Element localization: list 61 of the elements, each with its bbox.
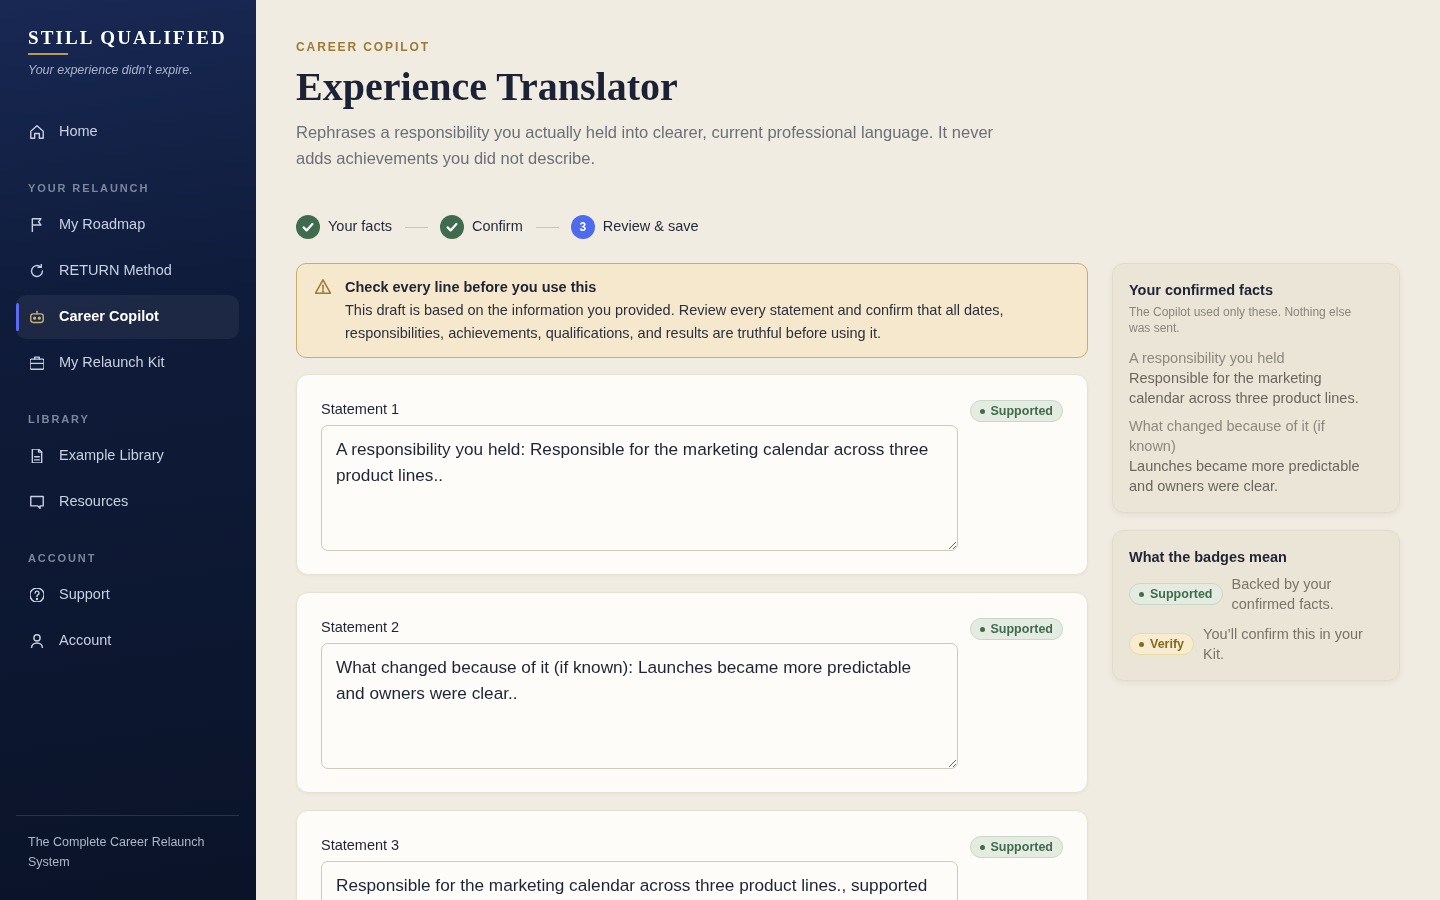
- warning-icon: [315, 279, 331, 295]
- briefcase-icon: [30, 356, 44, 370]
- step-connector: [404, 226, 428, 228]
- card-title: Your confirmed facts: [1129, 281, 1273, 300]
- nav-link[interactable]: Example Library: [16, 434, 239, 478]
- statement-label: Statement 2: [321, 618, 400, 637]
- nav-link[interactable]: Career Copilot: [16, 295, 239, 339]
- status-text: Verify: [1150, 636, 1185, 652]
- message-icon: [30, 495, 44, 509]
- fact-value: Responsible for the marketing calendar across three product lines.: [1129, 369, 1360, 408]
- page-title: Experience Translator: [296, 64, 678, 110]
- status-text: Supported: [1150, 586, 1213, 602]
- alert-title: Check every line before you use this: [345, 278, 597, 297]
- alert-text: This draft is based on the information you provided. Review every statement and confirm that all dates, responsibilities, achievements, qualifications, and results are truthful before using it.: [345, 301, 1005, 343]
- nav-section-heading: LIBRARY: [28, 412, 90, 427]
- status-dot-icon: [1139, 641, 1144, 647]
- status-dot-icon: [979, 408, 985, 414]
- fact-value: Launches became more predictable and owners were clear.: [1129, 457, 1361, 496]
- statement-field[interactable]: A responsibility you held: Responsible for the marketing calendar across three product lines..: [321, 425, 958, 551]
- statement-label: Statement 3: [321, 836, 400, 855]
- statement-field[interactable]: Responsible for the marketing calendar across three product lines., supported: [321, 861, 958, 900]
- status-dot-icon: [979, 844, 985, 850]
- status-text: Supported: [990, 621, 1053, 637]
- robot-icon: [30, 310, 44, 324]
- nav-link[interactable]: Resources: [16, 480, 239, 524]
- nav-link[interactable]: Account: [16, 619, 239, 663]
- step-label: Your facts: [328, 217, 392, 237]
- card-subtitle: The Copilot used only these. Nothing else was sent.: [1129, 304, 1353, 336]
- user-icon: [30, 634, 44, 648]
- footer-text: The Complete Career Relaunch System: [28, 834, 206, 871]
- status-dot-icon: [1139, 591, 1144, 597]
- nav-section-heading: YOUR RELAUNCH: [28, 181, 150, 196]
- flag-icon: [30, 218, 44, 232]
- brand-logo: STILL QUALIFIED: [28, 26, 227, 50]
- status-text: Supported: [990, 403, 1053, 419]
- nav-link[interactable]: My Roadmap: [16, 203, 239, 247]
- eyebrow-label: CAREER COPILOT: [296, 39, 430, 55]
- step-connector: [535, 226, 559, 228]
- nav-section-heading: ACCOUNT: [28, 551, 97, 566]
- home-icon: [30, 125, 44, 139]
- legend-text: Backed by your confirmed facts.: [1231, 575, 1335, 614]
- status-text: Supported: [990, 839, 1053, 855]
- nav-link[interactable]: RETURN Method: [16, 249, 239, 293]
- statement-field[interactable]: What changed because of it (if known): Launches became more predictable and owners were clear..: [321, 643, 958, 769]
- nav-link[interactable]: Support: [16, 573, 239, 617]
- status-dot-icon: [979, 626, 985, 632]
- step-label: Confirm: [471, 217, 523, 237]
- card-title: What the badges mean: [1129, 548, 1287, 567]
- help-icon: [30, 588, 44, 602]
- fact-label: What changed because of it (if known): [1129, 417, 1326, 456]
- document-icon: [30, 449, 44, 463]
- nav-link[interactable]: My Relaunch Kit: [16, 341, 239, 385]
- step-number: 3: [570, 215, 595, 239]
- page-description: Rephrases a responsibility you actually held into clearer, current professional language. It never adds achievements you did not describe.: [296, 122, 995, 169]
- step-label: Review & save: [602, 217, 699, 237]
- statement-label: Statement 1: [321, 400, 400, 419]
- brand-tagline: Your experience didn’t expire.: [28, 62, 193, 79]
- refresh-icon: [30, 264, 44, 278]
- legend-text: You’ll confirm this in your Kit.: [1203, 625, 1364, 664]
- nav-link[interactable]: Home: [16, 110, 239, 154]
- fact-label: A responsibility you held: [1129, 349, 1286, 368]
